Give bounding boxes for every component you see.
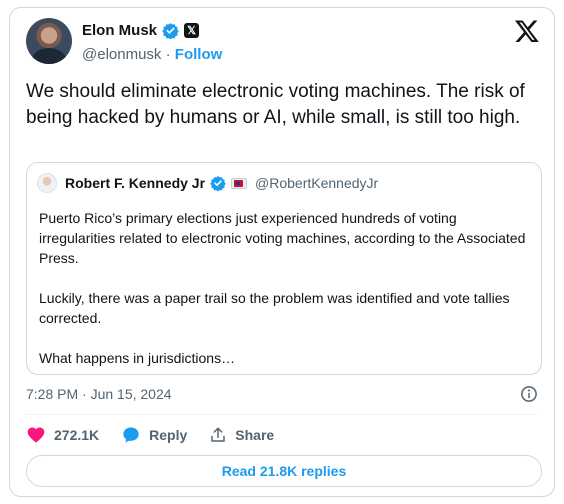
like-count: 272.1K [54,427,100,443]
reply-bubble-icon [123,427,139,443]
info-icon[interactable] [520,385,538,403]
x-affiliation-icon: 𝕏 [184,23,200,38]
verified-badge-icon [210,176,226,191]
author-avatar[interactable] [26,18,72,64]
quoted-tweet-header: Robert F. Kennedy Jr @RobertKennedyJr [37,173,378,193]
tweet-card: Elon Musk 𝕏 @elonmusk · Follow We should… [9,7,555,497]
action-bar: 272.1K Reply Share [26,422,296,448]
like-button[interactable]: 272.1K [26,425,99,445]
campaign-logo-icon [231,177,248,189]
reply-label: Reply [149,427,188,443]
heart-icon [27,427,45,443]
share-label: Share [235,427,275,443]
quoted-tweet-text: Puerto Rico’s primary elections just exp… [39,210,526,366]
author-name-row: Elon Musk 𝕏 [82,22,200,39]
quoted-author-handle: @RobertKennedyJr [255,175,379,191]
quoted-tweet[interactable]: Robert F. Kennedy Jr @RobertKennedyJr Pu… [26,162,542,375]
author-handle-row: @elonmusk · Follow [82,46,222,63]
share-button[interactable]: Share [209,426,274,444]
divider [26,414,538,415]
x-logo-icon[interactable] [514,18,540,44]
quoted-author-name: Robert F. Kennedy Jr [65,175,206,191]
author-name[interactable]: Elon Musk [82,22,157,39]
verified-badge-icon [162,23,179,39]
tweet-timestamp[interactable]: 7:28 PM · Jun 15, 2024 [26,386,172,402]
read-replies-button[interactable]: Read 21.8K replies [26,455,542,487]
quoted-author-avatar [37,173,57,193]
author-handle[interactable]: @elonmusk [82,46,161,63]
reply-button[interactable]: Reply [121,425,187,445]
share-icon [211,427,226,442]
handle-separator: · [165,46,171,63]
tweet-text: We should eliminate electronic voting ma… [26,81,525,128]
follow-button[interactable]: Follow [175,46,223,63]
